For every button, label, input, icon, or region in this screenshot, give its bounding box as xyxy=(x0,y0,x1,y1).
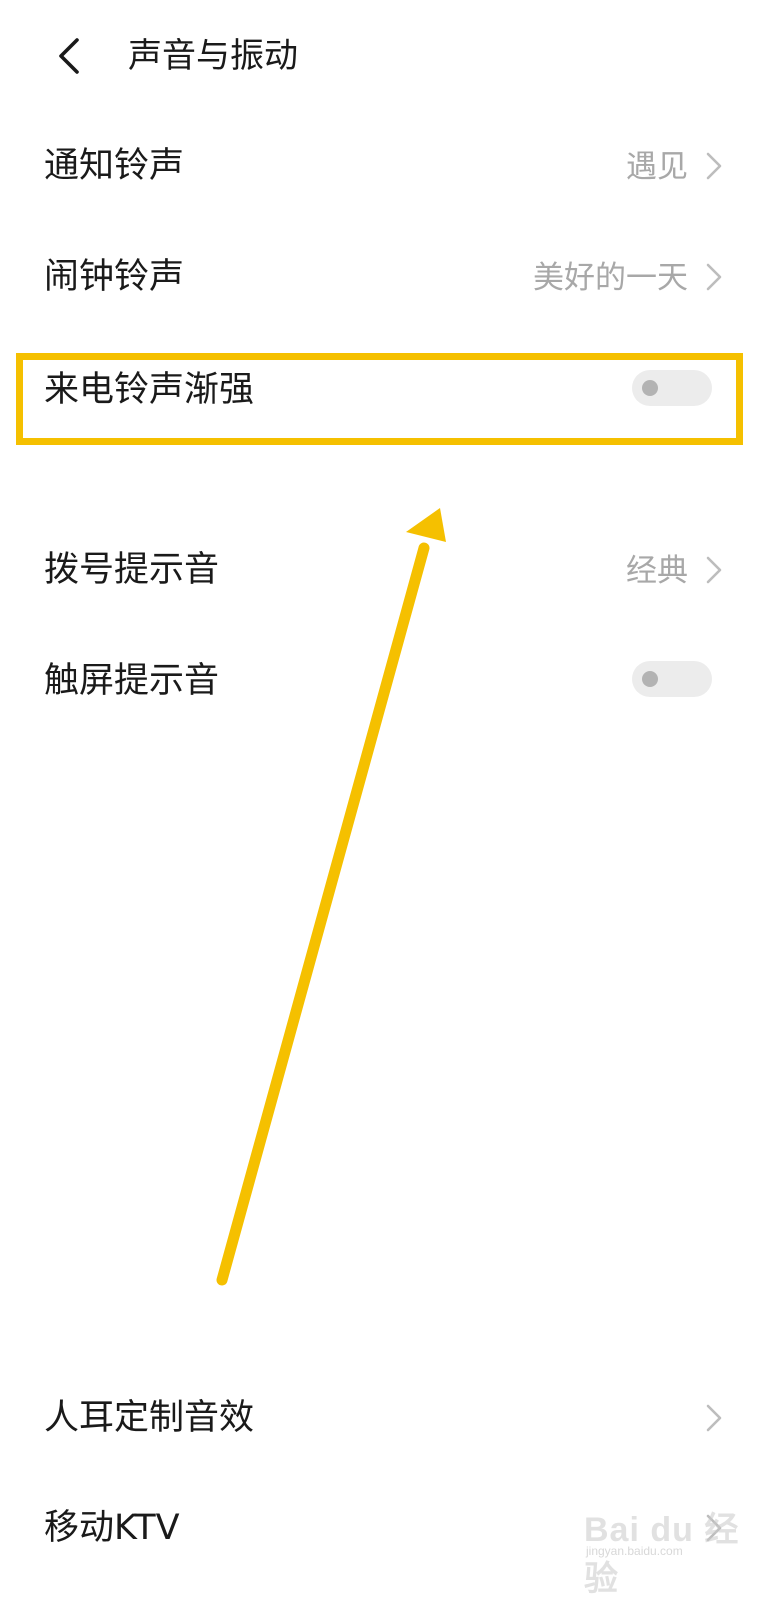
chevron-right-icon xyxy=(702,1400,726,1436)
chevron-right-icon xyxy=(702,552,726,588)
header-bar: 声音与振动 xyxy=(0,0,784,112)
toggle-knob xyxy=(642,671,658,687)
touch-sound-toggle[interactable] xyxy=(632,661,712,697)
chevron-left-icon xyxy=(59,38,79,74)
settings-row-notification-ringtone[interactable]: 通知铃声 遇见 xyxy=(0,110,784,220)
chevron-right-icon xyxy=(702,1510,726,1546)
row-label: 移动KTV xyxy=(44,1508,180,1548)
settings-row-mobile-ktv[interactable]: 移动KTV xyxy=(0,1472,784,1582)
back-button[interactable] xyxy=(44,28,100,84)
row-value: 遇见 xyxy=(626,149,688,185)
row-label: 人耳定制音效 xyxy=(44,1398,255,1438)
settings-row-custom-sound-effect[interactable]: 人耳定制音效 xyxy=(0,1362,784,1472)
ringtone-fade-in-toggle[interactable] xyxy=(632,370,712,406)
settings-row-alarm-ringtone[interactable]: 闹钟铃声 美好的一天 xyxy=(0,221,784,331)
row-label: 拨号提示音 xyxy=(44,550,220,590)
row-label: 通知铃声 xyxy=(44,146,185,186)
page-title: 声音与振动 xyxy=(128,36,298,76)
row-label: 来电铃声渐强 xyxy=(44,370,255,410)
row-value: 经典 xyxy=(626,553,688,589)
settings-row-ringtone-fade-in: 来电铃声渐强 xyxy=(0,334,784,444)
row-label: 触屏提示音 xyxy=(44,661,220,701)
toggle-knob xyxy=(642,380,658,396)
settings-row-touch-sound: 触屏提示音 xyxy=(0,625,784,735)
chevron-right-icon xyxy=(702,148,726,184)
settings-row-dial-tone[interactable]: 拨号提示音 经典 xyxy=(0,514,784,624)
chevron-right-icon xyxy=(702,259,726,295)
row-value: 美好的一天 xyxy=(533,260,688,296)
row-label: 闹钟铃声 xyxy=(44,257,185,297)
